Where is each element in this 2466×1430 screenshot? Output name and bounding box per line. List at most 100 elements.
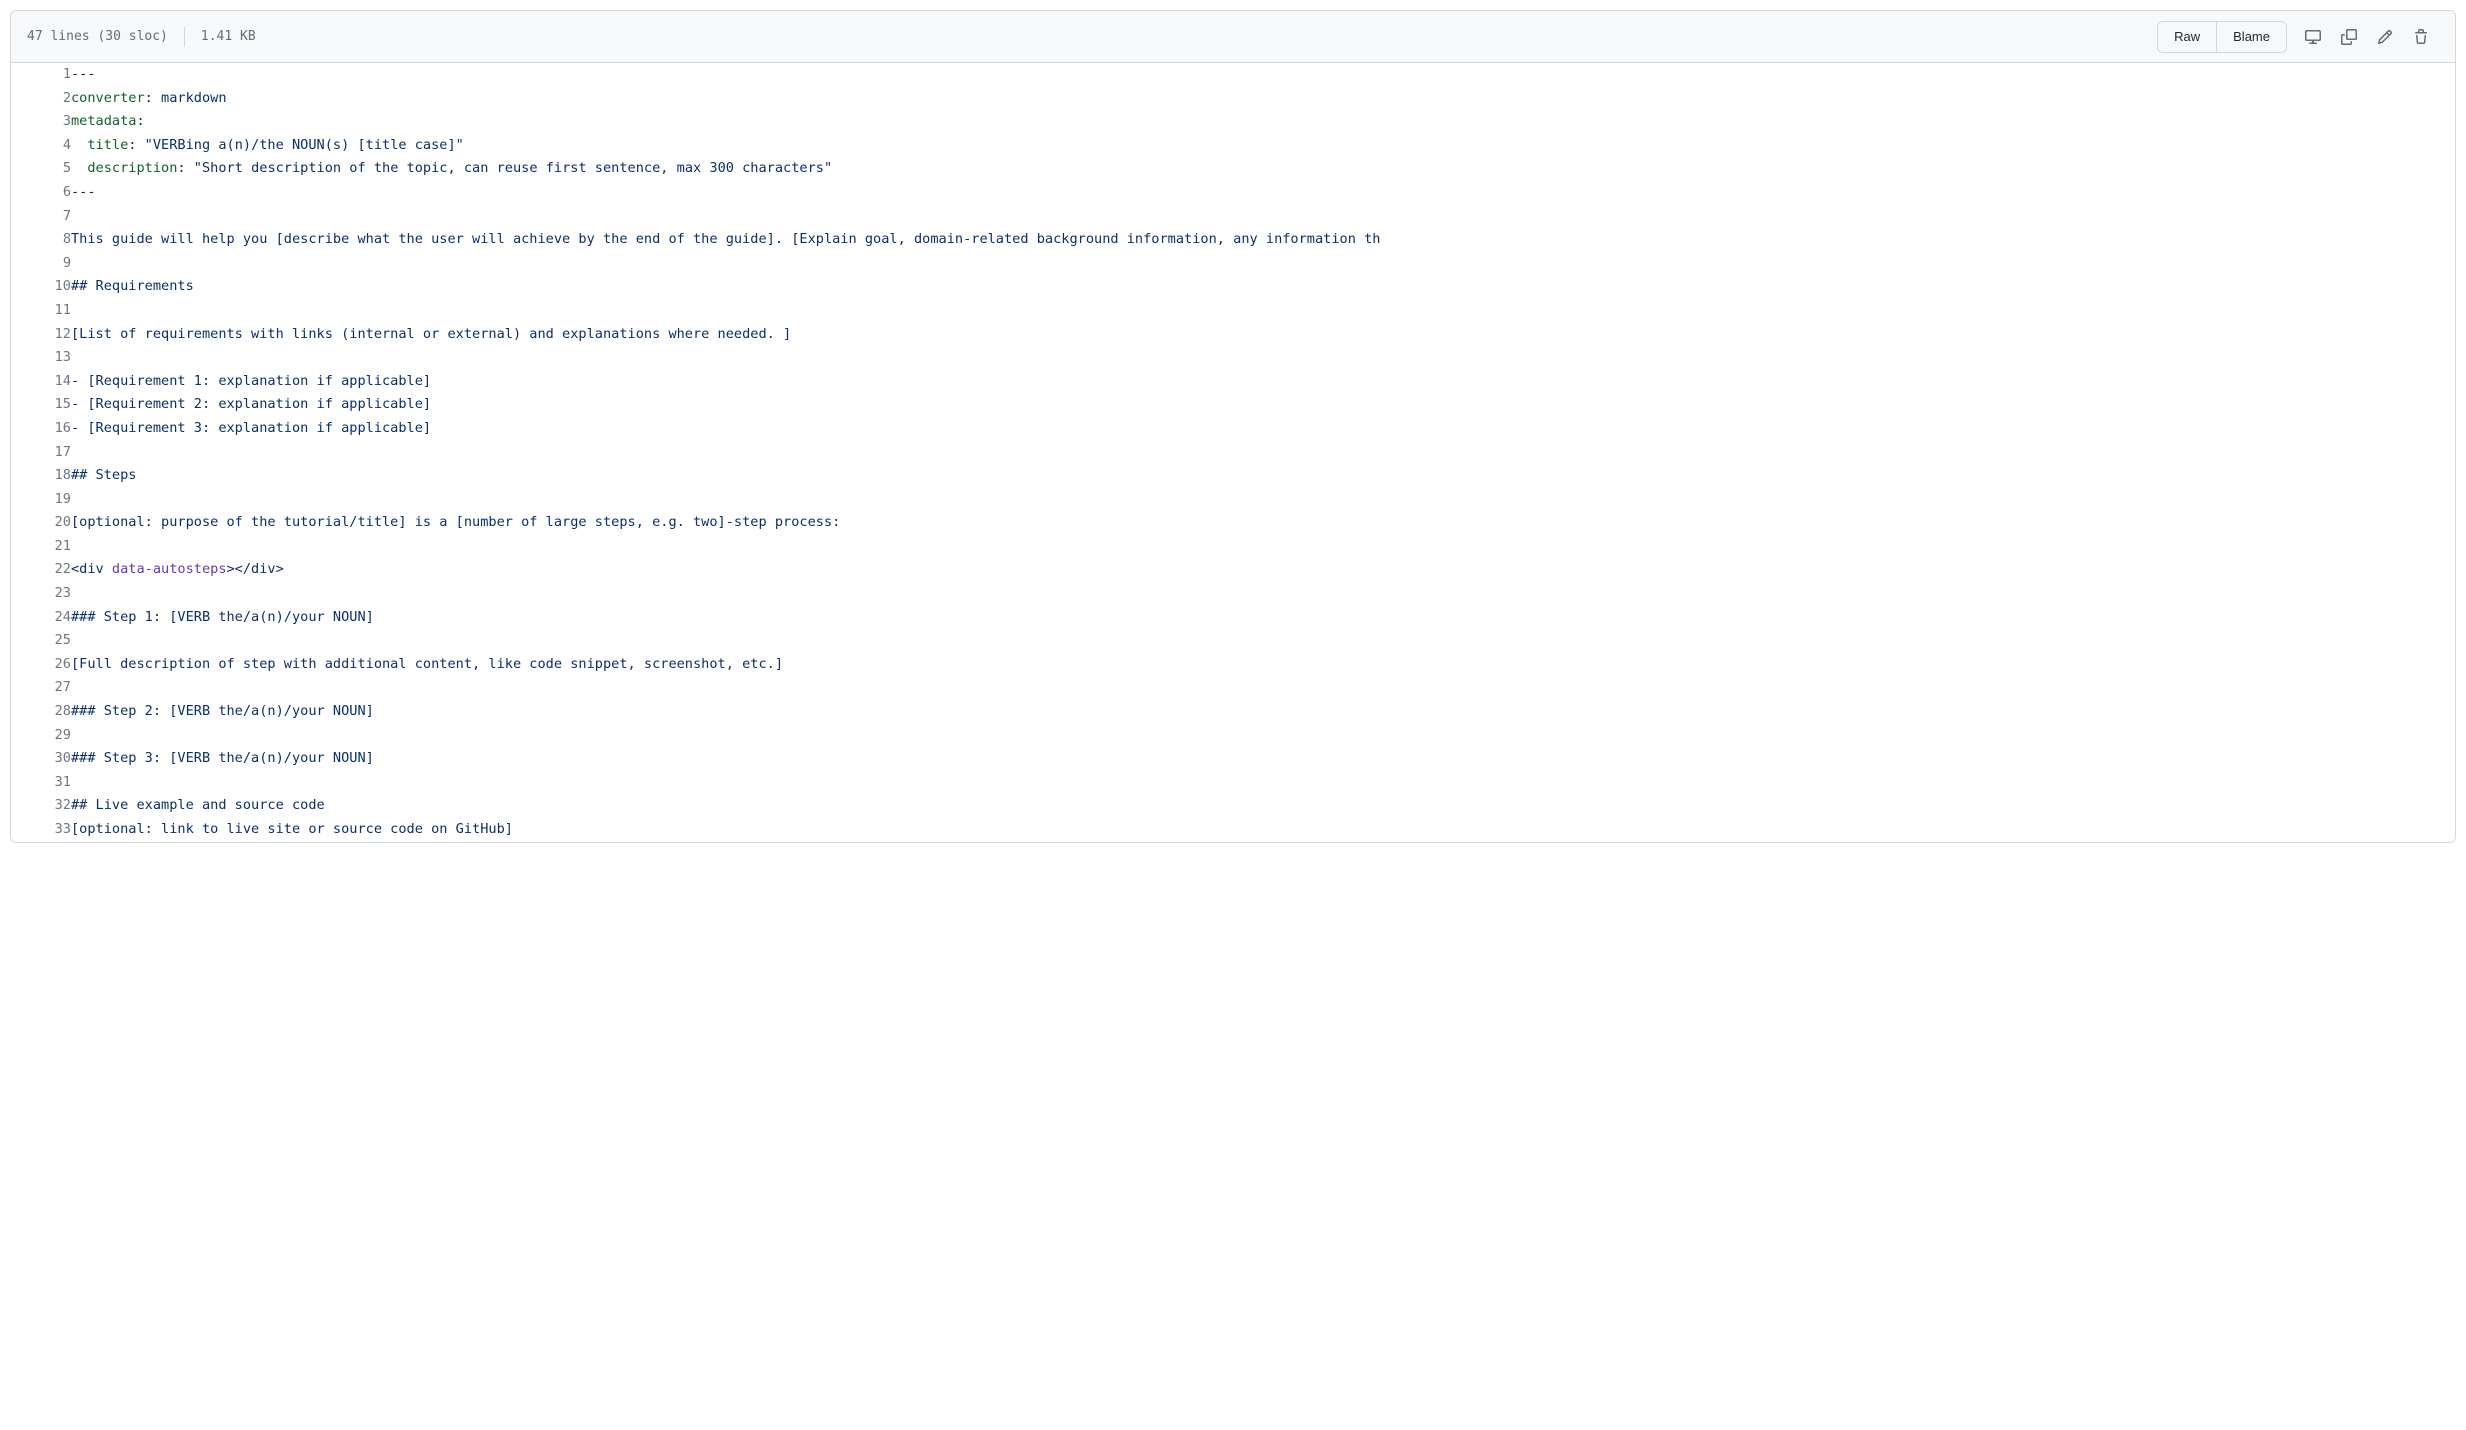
line-content[interactable]: title: "VERBing a(n)/the NOUN(s) [title …	[71, 134, 2455, 158]
code-line: 12[List of requirements with links (inte…	[11, 323, 2455, 347]
line-number[interactable]: 30	[11, 747, 71, 771]
line-number[interactable]: 15	[11, 393, 71, 417]
code-line: 6---	[11, 181, 2455, 205]
code-line: 16- [Requirement 3: explanation if appli…	[11, 417, 2455, 441]
line-number[interactable]: 7	[11, 205, 71, 229]
line-content[interactable]	[71, 346, 2455, 370]
code-line: 3metadata:	[11, 110, 2455, 134]
line-content[interactable]: ### Step 3: [VERB the/a(n)/your NOUN]	[71, 747, 2455, 771]
line-number[interactable]: 22	[11, 558, 71, 582]
line-number[interactable]: 18	[11, 464, 71, 488]
line-number[interactable]: 14	[11, 370, 71, 394]
line-content[interactable]: - [Requirement 2: explanation if applica…	[71, 393, 2455, 417]
file-actions: Raw Blame	[2157, 21, 2439, 53]
line-number[interactable]: 24	[11, 606, 71, 630]
line-content[interactable]	[71, 629, 2455, 653]
line-content[interactable]: ## Live example and source code	[71, 794, 2455, 818]
line-number[interactable]: 25	[11, 629, 71, 653]
line-content[interactable]: [Full description of step with additiona…	[71, 653, 2455, 677]
line-number[interactable]: 17	[11, 441, 71, 465]
line-content[interactable]	[71, 582, 2455, 606]
file-size: 1.41 KB	[201, 29, 256, 44]
delete-icon[interactable]	[2403, 21, 2439, 53]
line-number[interactable]: 26	[11, 653, 71, 677]
blame-button[interactable]: Blame	[2216, 22, 2286, 52]
line-content[interactable]: metadata:	[71, 110, 2455, 134]
line-content[interactable]: [optional: link to live site or source c…	[71, 818, 2455, 842]
line-content[interactable]	[71, 441, 2455, 465]
code-line: 29	[11, 724, 2455, 748]
line-content[interactable]	[71, 488, 2455, 512]
line-content[interactable]	[71, 205, 2455, 229]
line-content[interactable]: ## Requirements	[71, 275, 2455, 299]
line-number[interactable]: 4	[11, 134, 71, 158]
file-container: 47 lines (30 sloc) 1.41 KB Raw Blame	[10, 10, 2456, 843]
line-number[interactable]: 2	[11, 87, 71, 111]
code-line: 2converter: markdown	[11, 87, 2455, 111]
line-content[interactable]	[71, 724, 2455, 748]
code-line: 18## Steps	[11, 464, 2455, 488]
line-number[interactable]: 29	[11, 724, 71, 748]
file-info: 47 lines (30 sloc) 1.41 KB	[27, 27, 256, 47]
desktop-icon[interactable]	[2295, 21, 2331, 53]
line-content[interactable]: ### Step 1: [VERB the/a(n)/your NOUN]	[71, 606, 2455, 630]
line-content[interactable]: [optional: purpose of the tutorial/title…	[71, 511, 2455, 535]
line-number[interactable]: 13	[11, 346, 71, 370]
code-table: 1---2converter: markdown3metadata:4 titl…	[11, 63, 2455, 842]
code-line: 4 title: "VERBing a(n)/the NOUN(s) [titl…	[11, 134, 2455, 158]
code-line: 24### Step 1: [VERB the/a(n)/your NOUN]	[11, 606, 2455, 630]
line-number[interactable]: 9	[11, 252, 71, 276]
line-content[interactable]: ### Step 2: [VERB the/a(n)/your NOUN]	[71, 700, 2455, 724]
code-view: 1---2converter: markdown3metadata:4 titl…	[11, 63, 2455, 842]
line-content[interactable]: - [Requirement 1: explanation if applica…	[71, 370, 2455, 394]
line-number[interactable]: 21	[11, 535, 71, 559]
code-line: 5 description: "Short description of the…	[11, 157, 2455, 181]
code-line: 13	[11, 346, 2455, 370]
line-content[interactable]: [List of requirements with links (intern…	[71, 323, 2455, 347]
code-line: 10## Requirements	[11, 275, 2455, 299]
line-number[interactable]: 31	[11, 771, 71, 795]
line-content[interactable]: ---	[71, 63, 2455, 87]
line-number[interactable]: 20	[11, 511, 71, 535]
line-number[interactable]: 23	[11, 582, 71, 606]
code-line: 27	[11, 676, 2455, 700]
copy-icon[interactable]	[2331, 21, 2367, 53]
line-number[interactable]: 28	[11, 700, 71, 724]
line-number[interactable]: 1	[11, 63, 71, 87]
code-line: 7	[11, 205, 2455, 229]
line-number[interactable]: 16	[11, 417, 71, 441]
line-content[interactable]: description: "Short description of the t…	[71, 157, 2455, 181]
edit-icon[interactable]	[2367, 21, 2403, 53]
line-number[interactable]: 32	[11, 794, 71, 818]
line-content[interactable]: <div data-autosteps></div>	[71, 558, 2455, 582]
code-line: 20[optional: purpose of the tutorial/tit…	[11, 511, 2455, 535]
line-number[interactable]: 10	[11, 275, 71, 299]
line-number[interactable]: 12	[11, 323, 71, 347]
line-content[interactable]: This guide will help you [describe what …	[71, 228, 2455, 252]
line-content[interactable]: ## Steps	[71, 464, 2455, 488]
code-line: 11	[11, 299, 2455, 323]
line-number[interactable]: 19	[11, 488, 71, 512]
code-line: 28### Step 2: [VERB the/a(n)/your NOUN]	[11, 700, 2455, 724]
line-number[interactable]: 33	[11, 818, 71, 842]
code-line: 15- [Requirement 2: explanation if appli…	[11, 393, 2455, 417]
line-content[interactable]: - [Requirement 3: explanation if applica…	[71, 417, 2455, 441]
line-content[interactable]: converter: markdown	[71, 87, 2455, 111]
raw-button[interactable]: Raw	[2158, 22, 2216, 52]
line-number[interactable]: 8	[11, 228, 71, 252]
line-content[interactable]: ---	[71, 181, 2455, 205]
code-line: 1---	[11, 63, 2455, 87]
line-content[interactable]	[71, 771, 2455, 795]
line-content[interactable]	[71, 252, 2455, 276]
line-content[interactable]	[71, 299, 2455, 323]
line-content[interactable]	[71, 535, 2455, 559]
lines-count: 47 lines (30 sloc)	[27, 29, 168, 44]
line-number[interactable]: 6	[11, 181, 71, 205]
line-number[interactable]: 5	[11, 157, 71, 181]
raw-blame-group: Raw Blame	[2157, 21, 2287, 53]
line-number[interactable]: 3	[11, 110, 71, 134]
line-number[interactable]: 27	[11, 676, 71, 700]
code-line: 8This guide will help you [describe what…	[11, 228, 2455, 252]
line-content[interactable]	[71, 676, 2455, 700]
line-number[interactable]: 11	[11, 299, 71, 323]
